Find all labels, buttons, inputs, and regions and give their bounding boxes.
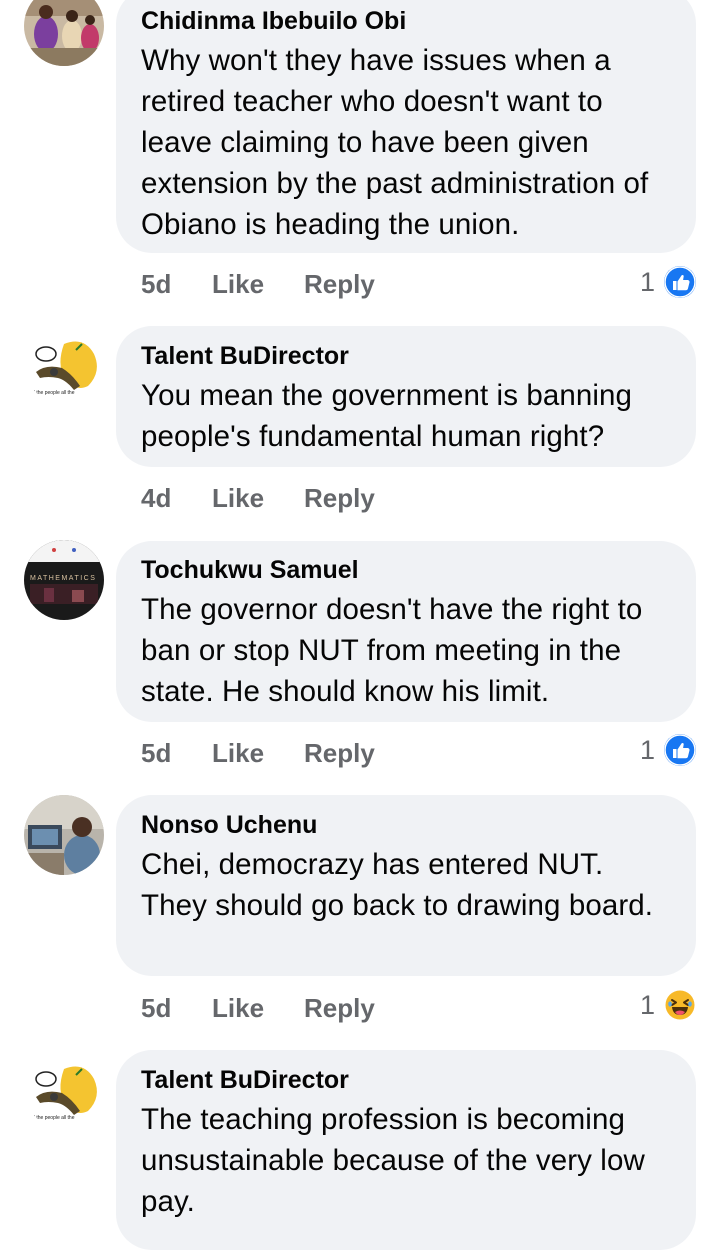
reply-button[interactable]: Reply [304,738,375,768]
thumbs-up-icon [664,266,696,298]
reaction-count: 1 [640,735,656,765]
comment-timestamp[interactable]: 4d [141,483,171,513]
comment-timestamp[interactable]: 5d [141,269,171,299]
avatar[interactable] [24,0,104,66]
comment-text: You mean the government is banning peopl… [141,379,633,453]
comment-author[interactable]: Chidinma Ibebuilo Obi [141,6,672,36]
comment-bubble: Nonso Uchenu Chei, democrazy has entered… [116,795,696,976]
comment-bubble: Talent BuDirector You mean the governmen… [116,326,696,467]
avatar-caption: all the people all the [30,390,75,396]
comment-text: Why won't they have issues when a retire… [141,44,649,241]
laughing-face-icon [664,989,696,1021]
comment-text: The teaching profession is becoming unsu… [141,1103,645,1218]
like-button[interactable]: Like [212,993,264,1023]
comment-author[interactable]: Nonso Uchenu [141,810,672,840]
reply-button[interactable]: Reply [304,269,375,299]
reaction-count: 1 [640,990,656,1020]
comment-author[interactable]: Tochukwu Samuel [141,555,672,585]
comment-text: Chei, democrazy has entered NUT. They sh… [141,848,654,922]
avatar[interactable] [24,795,104,875]
like-button[interactable]: Like [212,483,264,513]
avatar-caption: all the people all the [30,1115,75,1121]
like-button[interactable]: Like [212,269,264,299]
avatar-caption: MATHEMATICS [30,575,97,582]
comment-bubble: Chidinma Ibebuilo Obi Why won't they hav… [116,0,696,253]
comment-text: The governor doesn't have the right to b… [141,593,643,708]
comment-bubble: Tochukwu Samuel The governor doesn't hav… [116,541,696,722]
comment-timestamp[interactable]: 5d [141,993,171,1023]
comment-bubble: Talent BuDirector The teaching professio… [116,1050,696,1250]
reply-button[interactable]: Reply [304,483,375,513]
avatar[interactable]: MATHEMATICS [24,540,104,620]
thumbs-up-icon [664,734,696,766]
like-button[interactable]: Like [212,738,264,768]
avatar[interactable]: all the people all the [24,324,104,404]
comment-timestamp[interactable]: 5d [141,738,171,768]
comment-author[interactable]: Talent BuDirector [141,1065,672,1095]
reply-button[interactable]: Reply [304,993,375,1023]
avatar[interactable]: all the people all the [24,1049,104,1129]
comment-author[interactable]: Talent BuDirector [141,341,672,371]
reaction-count: 1 [640,267,656,297]
